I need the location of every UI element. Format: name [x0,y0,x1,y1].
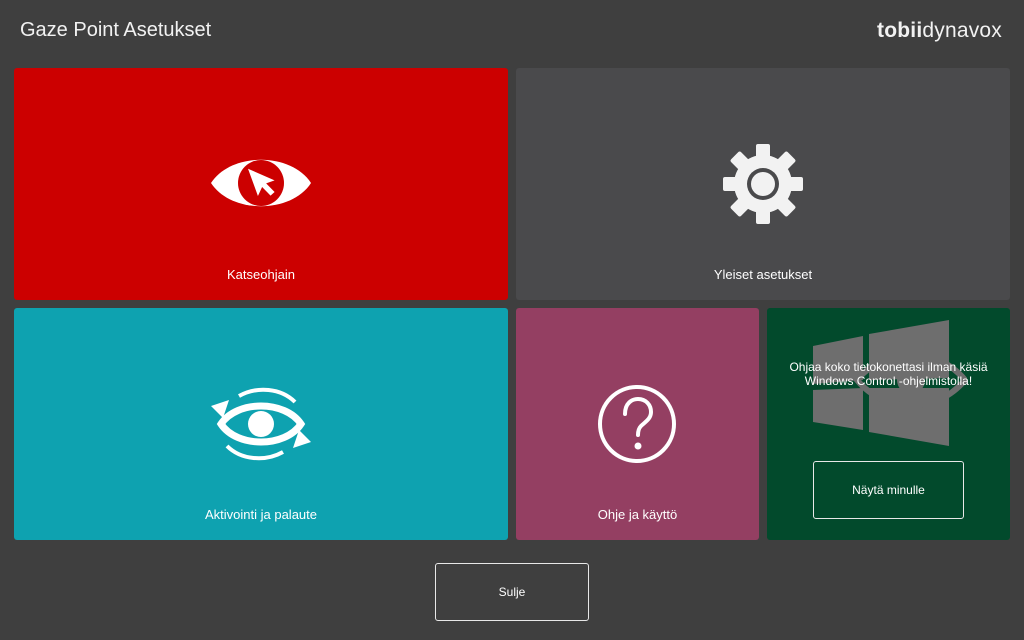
gaze-tile-label: Katseohjain [227,267,295,282]
tobii-dynavox-logo: tobiidynavox [877,19,1002,43]
windows-control-promo-tile: Ohjaa koko tietokonettasi ilman käsiä Wi… [767,308,1010,540]
gaze-settings-tile[interactable]: Katseohjain [14,68,508,300]
general-tile-label: Yleiset asetukset [713,267,813,282]
page-title: Gaze Point Asetukset [20,19,212,41]
activation-feedback-tile[interactable]: Aktivointi ja palaute [14,308,508,540]
activation-tile-label: Aktivointi ja palaute [204,507,317,522]
logo-light: dynavox [922,19,1002,42]
help-tile-label: Ohje ja käyttö [597,507,678,522]
promo-text: Ohjaa koko tietokonettasi ilman käsiä Wi… [789,360,988,388]
eye-refresh-icon [211,387,311,461]
show-me-button[interactable]: Näytä minulle [813,461,964,519]
general-settings-tile[interactable]: Yleiset asetukset [516,68,1010,300]
eye-cursor-icon [211,159,311,207]
gear-icon [723,144,803,224]
question-icon [598,385,676,463]
logo-bold: tobii [877,19,923,42]
help-usage-tile[interactable]: Ohje ja käyttö [516,308,759,540]
close-button[interactable]: Sulje [435,563,589,621]
